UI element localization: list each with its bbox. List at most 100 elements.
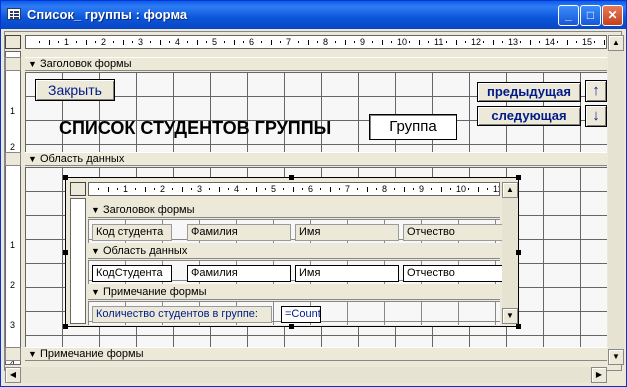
scroll-down-icon[interactable]: ▼ [608,349,624,365]
ruler-number: 9 [419,184,425,194]
ruler-tick [354,41,355,43]
ruler-number: 3 [10,320,16,330]
form-selector[interactable] [5,35,21,49]
footer-band-selector[interactable] [5,347,21,361]
band-arrow-icon: ▼ [28,154,37,164]
resize-handle[interactable] [516,324,521,329]
subform-control[interactable]: 1234567891011 ▼Заголовок формы Код студе… [65,177,519,327]
ruler-tick [95,41,96,43]
resize-handle[interactable] [63,175,68,180]
name-field[interactable]: Имя [295,265,399,282]
ruler-tick [441,187,442,192]
minimize-button[interactable]: _ [558,5,579,26]
title-bar[interactable]: Список_ группы : форма _ □ ✕ [1,1,626,29]
ruler-number: 8 [382,184,388,194]
ruler-tick [283,188,284,190]
ruler-tick [256,187,257,192]
ruler-number: 11 [434,37,444,47]
ruler-tick [58,41,59,43]
ruler-number: 12 [471,37,482,47]
band-arrow-icon: ▼ [91,246,100,256]
patronymic-field[interactable]: Отчество [403,265,503,282]
form-title-label: СПИСОК СТУДЕНТОВ ГРУППЫ [59,118,332,138]
resize-handle[interactable] [516,175,521,180]
ruler-tick [206,41,207,43]
ruler-number: 10 [456,184,467,194]
close-form-button[interactable]: Закрыть [35,79,115,101]
horizontal-ruler[interactable]: 1 2 3 4 5 6 7 8 9 10 11 12 13 14 15 [25,35,607,49]
subform-header-band[interactable]: ▼ Заголовок формы [88,204,500,218]
patronymic-label: Отчество [403,224,503,241]
ruler-tick [197,40,198,45]
detail-band-selector[interactable] [5,152,21,166]
ruler-number: 2 [101,37,107,47]
window-title: Список_ группы : форма [27,7,188,22]
ruler-tick [413,188,414,190]
ruler-number: 11 [493,184,499,194]
ruler-number: 10 [397,37,408,47]
scroll-up-icon[interactable]: ▲ [502,182,518,198]
subform-selector[interactable] [70,182,86,196]
resize-handle[interactable] [63,324,68,329]
vertical-ruler[interactable]: 121234 [5,51,21,365]
surname-label: Фамилия [187,224,291,241]
ruler-tick [468,188,469,190]
ruler-tick [209,188,210,190]
ruler-tick [367,187,368,192]
ruler-number: 13 [508,37,519,47]
maximize-button[interactable]: □ [580,5,601,26]
form-footer-band[interactable]: ▼ Примечание формы [25,347,607,361]
ruler-tick [49,40,50,45]
student-id-field[interactable]: КодСтудента [92,265,172,282]
ruler-tick [154,188,155,190]
ruler-tick [182,187,183,192]
resize-handle[interactable] [289,175,294,180]
ruler-tick [169,41,170,43]
band-arrow-icon: ▼ [91,205,100,215]
group-field[interactable]: Группа [369,114,457,140]
ruler-number: 2 [160,184,166,194]
ruler-tick [345,40,346,45]
ruler-tick [604,40,605,45]
ruler-tick [150,41,151,43]
close-window-button[interactable]: ✕ [602,5,623,26]
ruler-tick [172,188,173,190]
resize-handle[interactable] [63,250,68,255]
ruler-tick [404,187,405,192]
band-arrow-icon: ▼ [28,59,37,69]
scroll-up-icon[interactable]: ▲ [608,35,624,51]
resize-handle[interactable] [516,250,521,255]
ruler-tick [465,41,466,43]
subform-vertical-ruler[interactable] [70,198,86,324]
horizontal-scrollbar[interactable] [5,367,607,383]
form-design-window: Список_ группы : форма _ □ ✕ 1 2 3 4 5 6 7 8 9 10… [0,0,627,387]
ruler-tick [357,188,358,190]
ruler-tick [478,187,479,192]
scroll-right-icon[interactable]: ▶ [591,367,607,383]
ruler-number: 7 [286,37,292,47]
resize-handle[interactable] [289,324,294,329]
form-header-band[interactable]: ▼ Заголовок формы [25,57,607,71]
subform-footer-band[interactable]: ▼ Примечание формы [88,286,500,300]
student-count-field[interactable]: =Count [281,306,321,323]
previous-record-button[interactable]: предыдущая [477,82,581,102]
band-arrow-icon: ▼ [91,287,100,297]
ruler-tick [446,41,447,43]
ruler-tick [320,188,321,190]
next-record-button[interactable]: следующая [477,106,581,126]
header-band-selector[interactable] [5,57,21,71]
surname-field[interactable]: Фамилия [187,265,291,282]
scroll-left-icon[interactable]: ◀ [5,367,21,383]
vertical-scrollbar[interactable] [608,35,624,365]
ruler-number: 7 [345,184,351,194]
subform-ruler[interactable]: 1 2 3 4 5 6 7 8 9 10 11 [88,182,500,196]
ruler-number: 14 [545,37,556,47]
down-arrow-button[interactable]: ↓ [585,105,607,127]
subform-detail-band[interactable]: ▼ Область данных [88,245,500,259]
up-arrow-button[interactable]: ↑ [585,80,607,102]
detail-band[interactable]: ▼ Область данных [25,152,607,166]
scroll-down-icon[interactable]: ▼ [502,308,518,324]
ruler-tick [76,41,77,43]
ruler-tick [108,187,109,192]
ruler-tick [450,188,451,190]
